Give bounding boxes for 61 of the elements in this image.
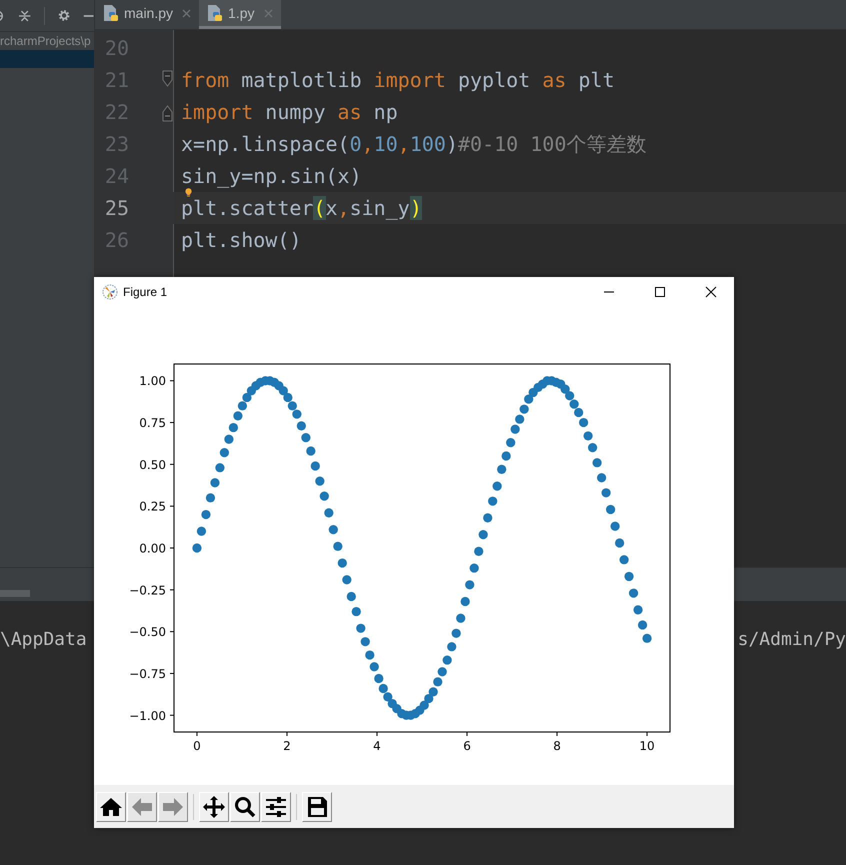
tick-label: 8 bbox=[553, 739, 561, 753]
tick-label: 0 bbox=[193, 739, 201, 753]
tick-label: −0.50 bbox=[129, 625, 166, 640]
tick-mark bbox=[646, 732, 648, 736]
code-line: x=np.linspace(0,10,100)#0-10 100个等差数 bbox=[181, 130, 646, 158]
tick-mark bbox=[170, 464, 174, 465]
tick-mark bbox=[466, 732, 468, 736]
tick-mark bbox=[170, 380, 174, 382]
tick-mark bbox=[170, 631, 174, 632]
tick-mark bbox=[196, 732, 198, 736]
code-line: plt.scatter(x,sin_y) bbox=[181, 196, 422, 220]
tick-label: 0.25 bbox=[139, 500, 166, 514]
tick-mark bbox=[170, 714, 174, 716]
tab-label: main.py bbox=[124, 5, 174, 21]
line-number: 25 bbox=[104, 196, 129, 220]
tick-mark bbox=[170, 506, 174, 507]
code-line: sin_y=np.sin(x) bbox=[181, 164, 362, 188]
move-arrows-icon bbox=[202, 794, 226, 818]
tick-label: 4 bbox=[373, 739, 381, 753]
editor-tab[interactable]: main.py bbox=[95, 0, 200, 29]
code-line: from matplotlib import pyplot as plt bbox=[181, 68, 615, 92]
tick-label: −1.00 bbox=[129, 708, 166, 723]
maximize-icon bbox=[654, 286, 666, 298]
tick-label: 6 bbox=[463, 739, 471, 753]
settings-icon[interactable] bbox=[58, 8, 70, 23]
tick-label: 2 bbox=[283, 739, 291, 753]
home-button[interactable] bbox=[96, 792, 126, 822]
window-title: Figure 1 bbox=[123, 285, 168, 299]
lightbulb-icon[interactable] bbox=[185, 188, 192, 197]
tick-mark bbox=[556, 732, 558, 736]
configure-button[interactable] bbox=[261, 792, 291, 822]
python-file-icon bbox=[207, 4, 224, 22]
collapse-icon[interactable] bbox=[19, 8, 31, 22]
code-line: import numpy as np bbox=[181, 100, 398, 124]
tick-mark bbox=[376, 732, 378, 736]
tick-mark bbox=[170, 672, 174, 674]
terminal-text: \AppData bbox=[0, 629, 87, 650]
tick-mark bbox=[286, 732, 288, 736]
python-file-icon bbox=[103, 4, 119, 22]
terminal-text: s/Admin/Py bbox=[738, 629, 846, 650]
tick-label: 0.00 bbox=[139, 542, 166, 556]
sliders-icon bbox=[264, 794, 288, 818]
zoom-button[interactable] bbox=[230, 792, 260, 822]
save-button[interactable] bbox=[302, 792, 332, 822]
tick-label: −0.25 bbox=[129, 583, 166, 598]
tick-label: −0.75 bbox=[129, 666, 166, 681]
search-icon bbox=[233, 794, 257, 818]
editor-tab[interactable]: 1.py bbox=[199, 0, 280, 29]
tab-label: 1.py bbox=[228, 5, 254, 21]
code-line: plt.show() bbox=[181, 228, 302, 252]
tick-mark bbox=[170, 422, 174, 424]
tree-row[interactable]: rcharmProjects\p bbox=[0, 32, 94, 50]
pan-button[interactable] bbox=[199, 792, 229, 822]
tick-label: 0.75 bbox=[139, 416, 166, 430]
tick-label: 10 bbox=[639, 739, 655, 753]
scrollbar-thumb[interactable] bbox=[0, 590, 30, 597]
tick-mark bbox=[170, 589, 174, 590]
close-icon bbox=[705, 286, 717, 298]
tick-label: 0.50 bbox=[139, 458, 166, 472]
tick-label: 1.00 bbox=[139, 374, 166, 388]
matplotlib-logo-icon bbox=[102, 284, 118, 300]
